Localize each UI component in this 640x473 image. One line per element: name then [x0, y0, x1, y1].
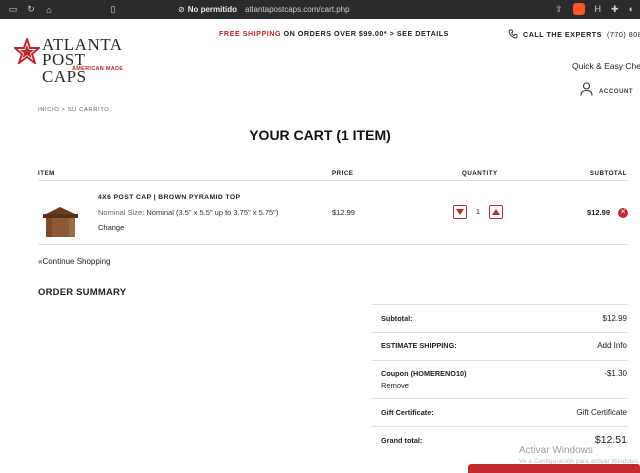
tabs-icon[interactable]: ▭: [8, 4, 18, 15]
quantity-value[interactable]: 1: [474, 209, 482, 216]
permission-label: No permitido: [187, 5, 238, 14]
remove-item-icon[interactable]: ✕: [618, 208, 628, 218]
browser-toolbar: ▭ ↻ ⌂ ▯ ⊘ No permitido atlantapostcaps.c…: [0, 0, 640, 19]
divider: [38, 180, 628, 181]
col-header-item: ITEM: [38, 170, 55, 177]
brave-shield-icon[interactable]: [572, 3, 585, 15]
coupon-value: -$1.30: [604, 369, 627, 378]
order-summary-title: ORDER SUMMARY: [38, 287, 127, 298]
call-experts[interactable]: CALL THE EXPERTS (770) 808-02: [508, 29, 640, 39]
promo-highlight: FREE SHIPPING: [219, 29, 282, 38]
windows-activation-watermark: Activar Windows: [519, 445, 593, 456]
continue-shopping-link[interactable]: «Continue Shopping: [38, 257, 111, 266]
bookmark-icon[interactable]: ▯: [108, 4, 118, 15]
triangle-up-icon: [492, 209, 500, 215]
add-shipping-info-link[interactable]: Add Info: [597, 341, 627, 350]
divider: [371, 360, 628, 361]
share-icon[interactable]: ⇪: [555, 4, 563, 15]
divider: [371, 398, 628, 399]
puzzle-icon[interactable]: ✚: [611, 4, 619, 15]
reload-icon[interactable]: ↻: [26, 4, 36, 15]
product-name-link[interactable]: 4X6 POST CAP | BROWN PYRAMID TOP: [98, 194, 240, 201]
user-icon: [580, 82, 593, 96]
experts-label: CALL THE EXPERTS: [523, 29, 602, 39]
logo-tagline: AMERICAN MADE: [72, 66, 124, 72]
account-label: ACCOUNT: [599, 88, 634, 95]
increase-quantity-button[interactable]: [489, 205, 503, 219]
grand-total-label: Grand total:: [381, 436, 423, 445]
promo-text: ON ORDERS OVER $99.00* > SEE DETAILS: [281, 29, 449, 38]
divider: [371, 426, 628, 427]
star-logo-icon: [14, 38, 40, 64]
coupon-label: Coupon (HOMERENO10): [381, 369, 467, 378]
divider: [371, 332, 628, 333]
remove-coupon-link[interactable]: Remove: [381, 381, 409, 390]
option-label: Nominal Size:: [98, 208, 145, 217]
address-bar[interactable]: atlantapostcaps.com/cart.php: [245, 5, 350, 14]
product-option: Nominal Size: Nominal (3.5" x 5.5" up to…: [98, 208, 278, 217]
option-value: Nominal (3.5" x 5.5" up to 3.75" x 5.75"…: [146, 208, 279, 217]
col-header-price: PRICE: [332, 170, 354, 177]
decrease-quantity-button[interactable]: [453, 205, 467, 219]
breadcrumb[interactable]: INICIO > SU CARRITO: [38, 107, 109, 113]
extension-icon[interactable]: H: [595, 4, 602, 14]
checkout-button[interactable]: [468, 464, 640, 473]
grand-total-value: $12.51: [594, 434, 627, 446]
change-option-link[interactable]: Change: [98, 223, 124, 232]
col-header-subtotal: SUBTOTAL: [589, 170, 627, 177]
page-title: YOUR CART (1 ITEM): [249, 127, 391, 143]
divider: [371, 304, 628, 305]
col-header-quantity: QUANTITY: [462, 170, 498, 177]
phone-icon: [508, 29, 518, 39]
summary-subtotal-value: $12.99: [602, 314, 627, 323]
quantity-stepper: 1: [453, 205, 503, 219]
experts-phone[interactable]: (770) 808-02: [607, 30, 640, 39]
divider: [38, 244, 628, 245]
quick-checkout-link[interactable]: Quick & Easy Check: [572, 61, 640, 71]
profile-icon[interactable]: ◐: [629, 4, 634, 14]
summary-subtotal-label: Subtotal:: [381, 314, 413, 323]
item-price: $12.99: [332, 208, 355, 217]
gift-certificate-label: Gift Certificate:: [381, 408, 434, 417]
lock-off-icon: ⊘: [178, 5, 185, 14]
product-image[interactable]: [38, 205, 83, 238]
shipping-promo-link[interactable]: FREE SHIPPING ON ORDERS OVER $99.00* > S…: [219, 29, 449, 38]
home-icon[interactable]: ⌂: [44, 5, 54, 15]
account-link[interactable]: ACCOUNT: [580, 82, 633, 96]
item-subtotal: $12.99: [587, 208, 610, 217]
site-logo[interactable]: ATLANTA POST CAPS AMERICAN MADE: [14, 36, 126, 85]
shipping-label: ESTIMATE SHIPPING:: [381, 341, 457, 350]
site-permission[interactable]: ⊘ No permitido: [178, 5, 237, 14]
gift-certificate-link[interactable]: Gift Certificate: [576, 408, 627, 417]
triangle-down-icon: [456, 209, 464, 215]
